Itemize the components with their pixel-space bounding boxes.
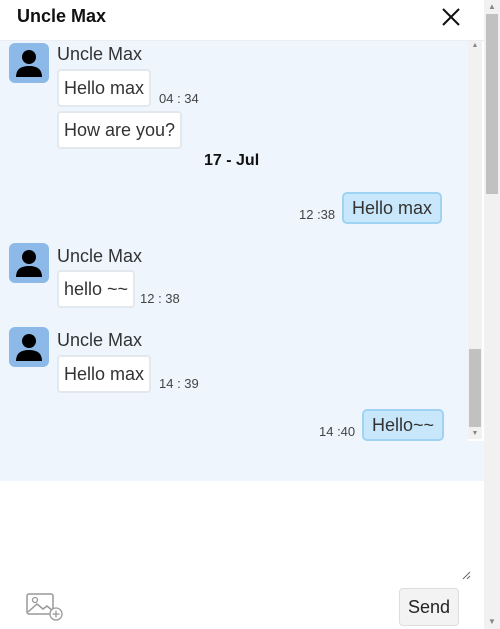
message-time: 04 : 34 xyxy=(159,91,199,106)
message-bubble-outgoing: Hello max xyxy=(342,192,443,224)
resize-grip-icon[interactable] xyxy=(461,570,471,580)
close-icon xyxy=(442,8,460,26)
send-button[interactable]: Send xyxy=(399,588,459,626)
scroll-down-arrow-icon[interactable]: ▼ xyxy=(484,615,500,629)
message-list-footer xyxy=(0,441,484,481)
scroll-down-arrow-icon[interactable]: ▼ xyxy=(468,429,482,439)
avatar xyxy=(9,243,49,283)
chat-header: Uncle Max xyxy=(0,0,484,41)
message-bubble: Hello max xyxy=(57,69,152,107)
message-time: 14 :40 xyxy=(319,424,356,439)
message-time: 14 : 39 xyxy=(159,376,199,391)
scroll-up-arrow-icon[interactable]: ▲ xyxy=(484,0,500,14)
close-button[interactable] xyxy=(440,6,462,28)
avatar xyxy=(9,43,49,83)
message-bubble: hello ~~ xyxy=(57,270,136,308)
message-list-scroll-thumb[interactable] xyxy=(469,349,481,427)
message-time: 12 :38 xyxy=(299,207,336,222)
user-icon xyxy=(16,250,42,277)
chat-window: Uncle Max Uncle Max Hello max 04 : 34 Ho… xyxy=(0,0,500,629)
avatar xyxy=(9,327,49,367)
user-icon xyxy=(16,50,42,77)
date-separator: 17 - Jul xyxy=(204,152,260,169)
message-bubble: How are you? xyxy=(57,111,183,149)
contact-name: Uncle Max xyxy=(17,6,107,26)
message-bubble: Hello max xyxy=(57,355,152,393)
message-list: Uncle Max Hello max 04 : 34 How are you?… xyxy=(0,41,468,441)
page-scrollbar[interactable]: ▲ ▼ xyxy=(484,0,500,629)
add-image-button[interactable] xyxy=(26,592,64,622)
message-list-scrollbar[interactable]: ▲ ▼ xyxy=(468,41,482,439)
sender-name: Uncle Max xyxy=(57,44,143,64)
message-time: 12 : 38 xyxy=(140,291,180,306)
page-scroll-thumb[interactable] xyxy=(486,14,498,194)
user-icon xyxy=(16,334,42,361)
scroll-up-arrow-icon[interactable]: ▲ xyxy=(468,41,482,51)
message-bubble-outgoing: Hello~~ xyxy=(362,409,445,441)
sender-name: Uncle Max xyxy=(57,246,143,266)
sender-name: Uncle Max xyxy=(57,330,143,350)
image-add-icon xyxy=(26,593,63,621)
message-input[interactable] xyxy=(12,485,471,581)
